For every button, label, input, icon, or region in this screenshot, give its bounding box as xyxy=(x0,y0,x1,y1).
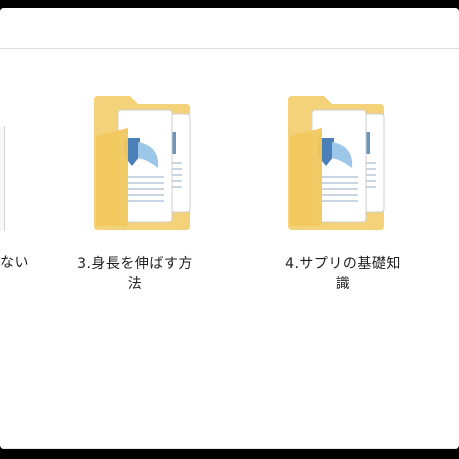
folder-label-line-1: 4.サプリの基礎知 xyxy=(285,256,401,272)
folder-label-line-1: 3.身長を伸ばす方 xyxy=(77,256,193,272)
divider xyxy=(0,448,459,449)
folder-icon xyxy=(288,96,385,230)
folder-label-line-2: 法 xyxy=(127,276,143,292)
folder-item-3[interactable]: 3.身長を伸ばす方 法 xyxy=(60,94,210,304)
folder-icon xyxy=(94,96,191,230)
folder-label[interactable]: ない xyxy=(0,253,29,273)
explorer-window: ない 3.身長を伸ばす方 法 4.サプリの基礎知 識 xyxy=(0,8,459,449)
folder-icon[interactable] xyxy=(0,126,5,231)
folder-label-line-2: 識 xyxy=(335,276,351,292)
folder-item-4[interactable]: 4.サプリの基礎知 識 xyxy=(268,94,418,304)
address-bar[interactable] xyxy=(0,8,459,49)
